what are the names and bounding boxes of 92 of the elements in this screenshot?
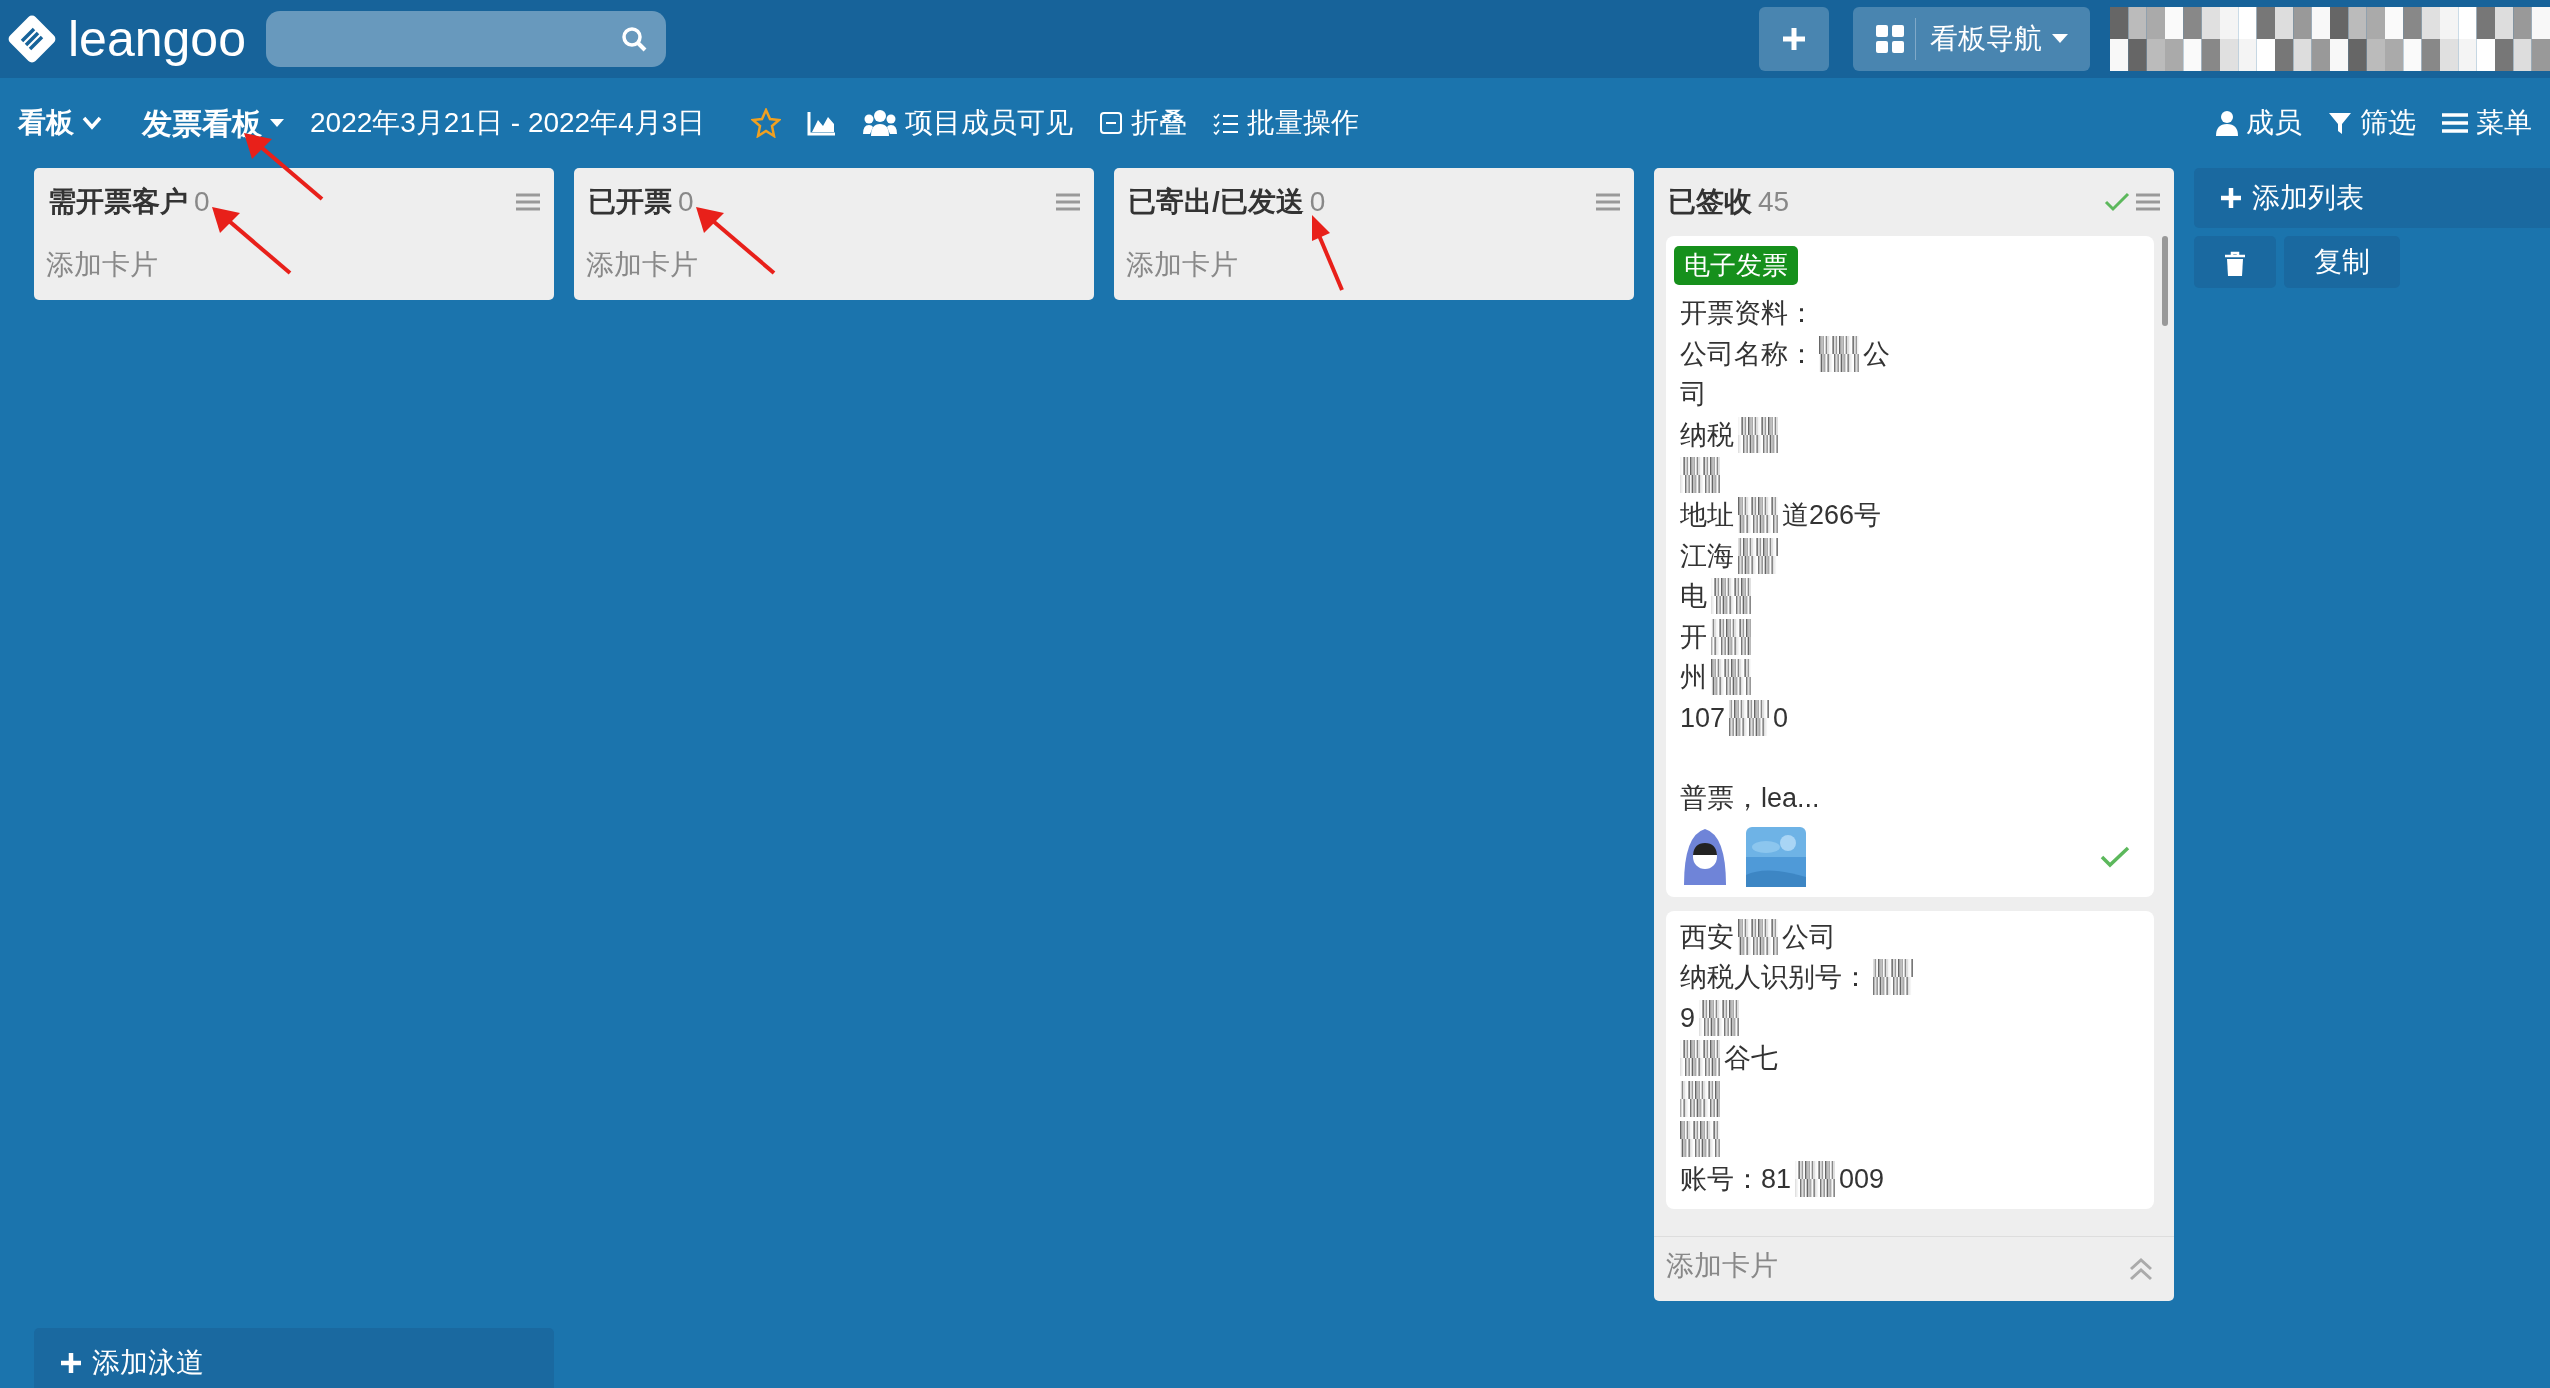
card-text: 道266号 — [1782, 499, 1882, 532]
list-title: 已签收 — [1668, 185, 1752, 219]
search-icon — [619, 25, 648, 53]
scrollbar[interactable] — [2162, 236, 2168, 326]
redaction-mosaic — [1680, 457, 1720, 493]
chevron-down-icon — [82, 116, 102, 130]
redaction-mosaic — [1680, 1040, 1720, 1077]
card-text: 江海 — [1680, 539, 1734, 573]
card-text: 州 — [1680, 661, 1707, 694]
area-chart-icon[interactable] — [807, 110, 838, 136]
caret-icon — [270, 118, 284, 128]
board-nav-button[interactable]: 看板导航 — [1853, 7, 2090, 71]
card-text: 公 — [1863, 337, 1890, 371]
redaction-mosaic — [1729, 699, 1770, 736]
add-list-button[interactable]: 添加列表 — [2194, 168, 2550, 228]
card-text: 普票，lea... — [1680, 782, 1820, 815]
filter-icon — [2328, 111, 2352, 135]
redaction-mosaic — [1711, 578, 1751, 615]
collapse-icon — [1099, 111, 1124, 135]
checklist-icon — [1213, 111, 1240, 135]
list-menu-icon — [1596, 192, 1620, 212]
redaction-mosaic — [1711, 659, 1751, 696]
plus-icon — [60, 1352, 82, 1374]
copy-button[interactable]: 复制 — [2284, 236, 2400, 288]
redaction-mosaic — [1699, 999, 1740, 1036]
person-icon — [2216, 110, 2238, 136]
redaction-mosaic — [1680, 1120, 1720, 1157]
date-range: 2022年3月21日 - 2022年4月3日 — [310, 106, 706, 140]
card-text: 西安 — [1680, 920, 1734, 954]
add-card-button[interactable]: 添加卡片 — [1654, 1237, 1790, 1301]
redaction-mosaic — [1738, 537, 1778, 574]
add-card-button[interactable]: 添加卡片 — [1114, 236, 1634, 300]
list-menu-icon — [1056, 192, 1080, 212]
card-count: 0 — [194, 185, 210, 219]
list-menu-icon — [516, 192, 540, 212]
menu-icon — [2442, 112, 2468, 134]
redaction-mosaic — [1680, 1080, 1720, 1117]
members-button[interactable]: 项目成员可见 — [863, 102, 1074, 144]
list-menu-icon — [2136, 192, 2160, 212]
view-dropdown[interactable]: 看板 — [4, 96, 116, 150]
redaction-mosaic — [1873, 959, 1913, 996]
card-text: 司 — [1680, 378, 1707, 411]
card-text: 9 — [1680, 1001, 1696, 1035]
grid-icon — [1875, 24, 1905, 54]
redaction-mosaic — [1738, 918, 1778, 955]
list-title: 已寄出/已发送 — [1128, 185, 1304, 219]
caret-icon — [2052, 34, 2068, 44]
list-title: 需开票客户 — [48, 185, 188, 219]
batch-button[interactable]: 批量操作 — [1213, 102, 1360, 144]
add-lane-button[interactable]: 添加泳道 — [34, 1328, 554, 1388]
card-text: 账号：81 — [1680, 1162, 1792, 1196]
plus-icon — [1781, 26, 1807, 52]
card-text: 公司 — [1782, 920, 1836, 954]
person-button[interactable]: 成员 — [2216, 102, 2302, 144]
card-text: 纳税人识别号： — [1680, 961, 1869, 994]
redaction-mosaic — [1711, 618, 1751, 655]
menu-button[interactable]: 菜单 — [2442, 102, 2532, 144]
task-card[interactable]: 西安 公司 纳税人识别号： 9 谷七 账号：81 009 — [1666, 910, 2154, 1209]
card-text: 公司名称： — [1680, 337, 1815, 371]
card-text: 谷七 — [1724, 1042, 1778, 1075]
task-card[interactable]: 电子发票 开票资料： 公司名称： 公 司 纳税 地址 道266号 江海 电 开 州 107 0 普票，lea... — [1666, 236, 2154, 897]
card-text: 电 — [1680, 580, 1707, 613]
card-label: 电子发票 — [1674, 246, 1798, 285]
people-icon — [863, 109, 898, 137]
redaction-mosaic — [1795, 1160, 1836, 1197]
board-title-dropdown[interactable]: 发票看板 — [142, 100, 284, 146]
redaction-mosaic — [1819, 335, 1859, 372]
list-title: 已开票 — [588, 185, 672, 219]
card-text: 107 — [1680, 701, 1726, 735]
filter-button[interactable]: 筛选 — [2328, 102, 2416, 144]
trash-icon — [2224, 250, 2246, 277]
card-count: 0 — [1309, 185, 1326, 219]
add-card-button[interactable]: 添加卡片 — [574, 236, 1094, 300]
card-text: 开票资料： — [1680, 297, 1815, 330]
card-text: 0 — [1773, 701, 1789, 735]
card-count: 0 — [678, 185, 694, 219]
redaction-mosaic — [1738, 497, 1778, 534]
delete-button[interactable] — [2194, 236, 2276, 288]
card-count: 45 — [1758, 185, 1790, 219]
card-text: 开 — [1680, 620, 1707, 654]
redaction-mosaic — [1738, 416, 1778, 453]
star-icon[interactable] — [751, 108, 782, 138]
add-button[interactable] — [1759, 7, 1829, 71]
add-card-button[interactable]: 添加卡片 — [34, 236, 554, 300]
collapse-button[interactable]: 折叠 — [1099, 102, 1188, 144]
card-text: 009 — [1839, 1162, 1885, 1196]
plus-icon — [2220, 187, 2242, 209]
search-field[interactable] — [265, 11, 666, 67]
card-text: 纳税 — [1680, 418, 1734, 452]
card-text: 地址 — [1680, 499, 1734, 532]
brand-name: leangoo — [68, 14, 246, 64]
double-chevron-up-icon — [2128, 1257, 2154, 1281]
